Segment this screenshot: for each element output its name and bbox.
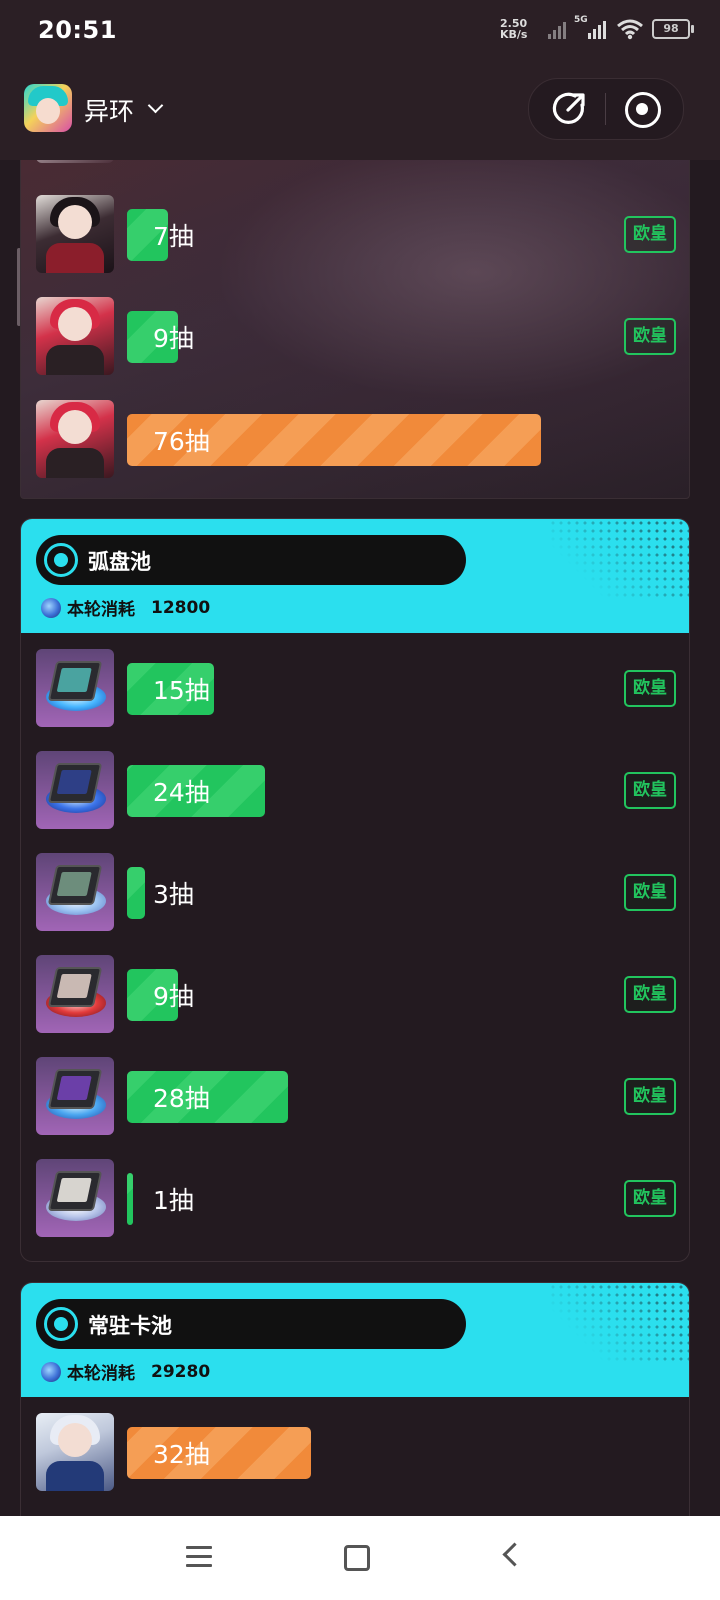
app-name[interactable]: 异环 [84, 92, 134, 128]
pull-count-bar [127, 867, 145, 919]
lucky-badge: 欧皇 [624, 216, 676, 253]
pool-card-arc-disc: 弧盘池 本轮消耗 12800 15抽 欧皇 24抽 欧皇 3抽 欧皇 9抽 欧皇 28抽 欧皇 1抽… [20, 518, 690, 1262]
pool-title: 常驻卡池 [88, 1314, 172, 1338]
network-speed: 2.50 KB/s [500, 18, 540, 40]
status-time: 20:51 [38, 16, 117, 44]
list-item: 28抽 欧皇 [36, 1057, 676, 1137]
lucky-badge: 欧皇 [624, 670, 676, 707]
pool-title-pill: 弧盘池 [36, 535, 466, 585]
list-item: 9抽 欧皇 [36, 297, 676, 377]
list-item: 24抽 欧皇 [36, 751, 676, 831]
dot-pattern [549, 519, 689, 599]
pool-title: 弧盘池 [88, 550, 151, 574]
record-button[interactable] [624, 91, 661, 128]
target-icon [44, 543, 78, 577]
status-icons: 2.50 KB/s 5G 98 [500, 15, 694, 40]
character-thumbnail [36, 195, 114, 273]
target-icon [44, 1307, 78, 1341]
mini-program-capsule [528, 78, 684, 140]
pull-count-label: 1抽 [153, 1186, 194, 1215]
chevron-down-icon[interactable] [147, 97, 164, 114]
lucky-badge: 欧皇 [624, 772, 676, 809]
system-nav-bar [0, 1516, 720, 1600]
item-thumbnail [36, 853, 114, 931]
gem-icon [41, 597, 61, 618]
app-avatar[interactable] [24, 84, 72, 132]
5g-signal-icon: 5G [574, 15, 608, 39]
dot-pattern [549, 1283, 689, 1363]
character-pool-card: 7抽 欧皇 9抽 欧皇 76抽 [20, 160, 690, 499]
status-bar: 20:51 2.50 KB/s 5G 98 [0, 0, 720, 70]
gem-icon [41, 1361, 61, 1382]
partial-thumbnail [36, 160, 114, 163]
item-thumbnail [36, 649, 114, 727]
cost-label: 本轮消耗 [67, 600, 135, 620]
pool-header: 常驻卡池 本轮消耗 29280 [21, 1283, 689, 1397]
content-scroll-area[interactable]: 7抽 欧皇 9抽 欧皇 76抽 弧盘池 本轮消耗 12800 15抽 欧皇 24… [0, 160, 720, 1516]
list-item: 7抽 欧皇 [36, 195, 676, 275]
pool-card-standard: 常驻卡池 本轮消耗 29280 32抽 [20, 1282, 690, 1516]
item-thumbnail [36, 1159, 114, 1237]
lucky-badge: 欧皇 [624, 874, 676, 911]
signal-icon [548, 19, 566, 39]
cost-value: 29280 [151, 1361, 211, 1382]
item-thumbnail [36, 751, 114, 829]
network-type: 5G [574, 15, 588, 25]
pull-count-label: 3抽 [153, 880, 194, 909]
pull-count-label: 9抽 [153, 982, 194, 1011]
item-thumbnail [36, 1057, 114, 1135]
battery-icon: 98 [652, 19, 694, 39]
pull-count-label: 7抽 [153, 222, 194, 251]
cost-line: 本轮消耗 29280 [41, 1359, 210, 1384]
pull-count-label: 15抽 [153, 676, 210, 705]
home-icon[interactable] [344, 1545, 370, 1571]
pull-count-bar [127, 1173, 133, 1225]
app-header: 异环 [0, 70, 720, 160]
lucky-badge: 欧皇 [624, 1078, 676, 1115]
list-item: 1抽 欧皇 [36, 1159, 676, 1239]
character-thumbnail [36, 297, 114, 375]
item-thumbnail [36, 955, 114, 1033]
pull-count-label: 76抽 [153, 427, 210, 456]
cost-label: 本轮消耗 [67, 1364, 135, 1384]
lucky-badge: 欧皇 [624, 976, 676, 1013]
pool-header: 弧盘池 本轮消耗 12800 [21, 519, 689, 633]
pull-count-label: 24抽 [153, 778, 210, 807]
character-thumbnail [36, 400, 114, 478]
pull-count-label: 28抽 [153, 1084, 210, 1113]
character-thumbnail [36, 1413, 114, 1491]
cost-value: 12800 [151, 597, 211, 618]
pull-count-label: 9抽 [153, 324, 194, 353]
lucky-badge: 欧皇 [624, 1180, 676, 1217]
network-speed-unit: KB/s [500, 28, 528, 41]
wifi-icon [617, 19, 643, 40]
list-item: 9抽 欧皇 [36, 955, 676, 1035]
pool-title-pill: 常驻卡池 [36, 1299, 466, 1349]
back-icon[interactable] [502, 1542, 527, 1567]
menu-icon[interactable] [186, 1546, 212, 1568]
lucky-badge: 欧皇 [624, 318, 676, 355]
cost-line: 本轮消耗 12800 [41, 595, 210, 620]
share-icon[interactable] [551, 91, 587, 127]
list-item: 32抽 [36, 1413, 676, 1493]
list-item: 76抽 [36, 400, 676, 480]
list-item: 15抽 欧皇 [36, 649, 676, 729]
list-item: 3抽 欧皇 [36, 853, 676, 933]
pull-count-label: 32抽 [153, 1440, 210, 1469]
